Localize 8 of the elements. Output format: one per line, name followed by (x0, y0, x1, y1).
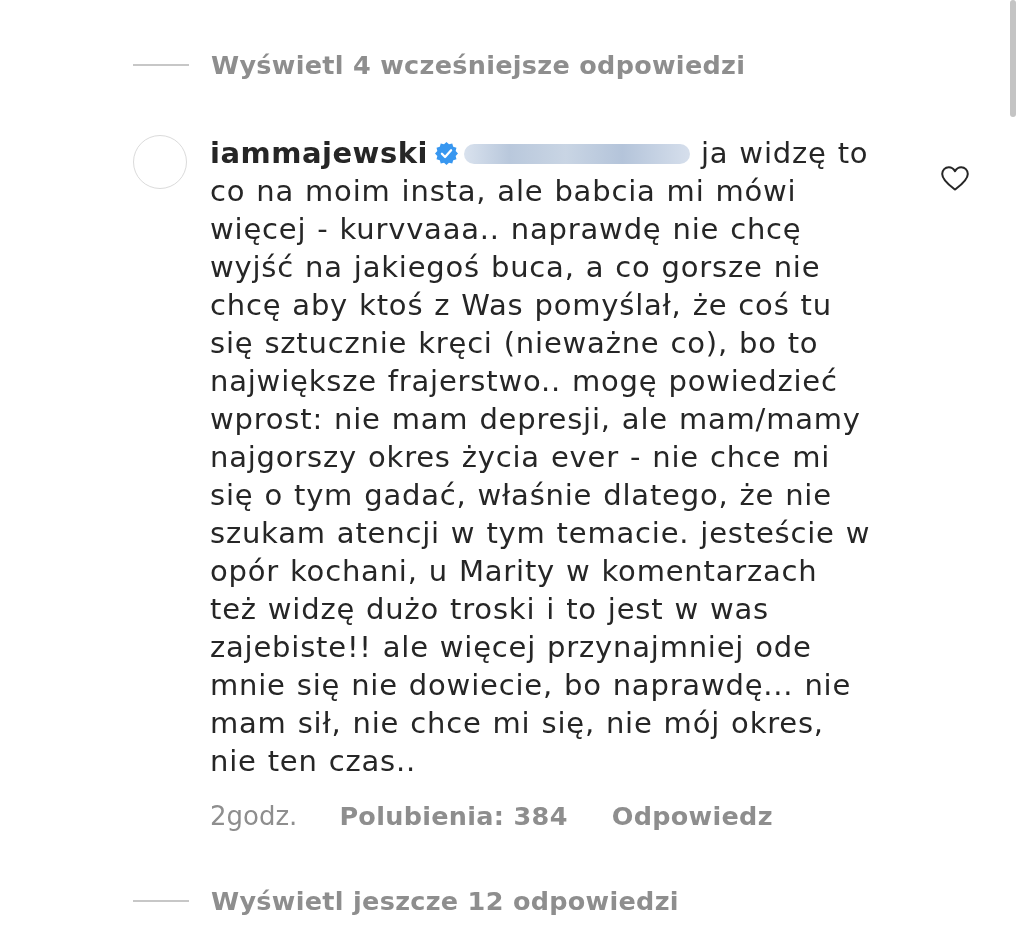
likes-count-button[interactable]: Polubienia: 384 (339, 801, 568, 831)
comment-text: iammajewski ja widzę to co na moim insta, ale babcia mi mówi więcej - kurvvaaa.. naprawdę nie chcę wyjść na jakiegoś buca, a co gorsze nie chcę aby ktoś z Was pomyślał, że coś tu się sztucznie kręci (nieważne co), bo to największe frajerstwo.. mogę powiedzieć wprost: nie mam depresji, ale mam/mamy najgorszy okres życia ever - nie chce mi się o tym gadać, właśnie dlatego, że nie szukam atencji w tym temacie. jesteście w opór kochani, u Marity w komentarzach też widzę dużo troski i to jest w was zajebiste!! ale więcej przynajmniej ode mnie się nie dowiecie, bo naprawdę... nie mam sił, nie chce mi się, nie mój okres, nie ten czas.. (210, 135, 871, 780)
reply-button[interactable]: Odpowiedz (611, 801, 773, 831)
comment-time: 2godz. (210, 801, 298, 831)
username-link[interactable]: iammajewski (210, 136, 428, 170)
heart-icon[interactable] (941, 166, 969, 191)
view-previous-replies-button[interactable]: Wyświetl 4 wcześniejsze odpowiedzi (211, 50, 746, 80)
view-more-replies-button[interactable]: Wyświetl jeszcze 12 odpowiedzi (211, 886, 679, 916)
